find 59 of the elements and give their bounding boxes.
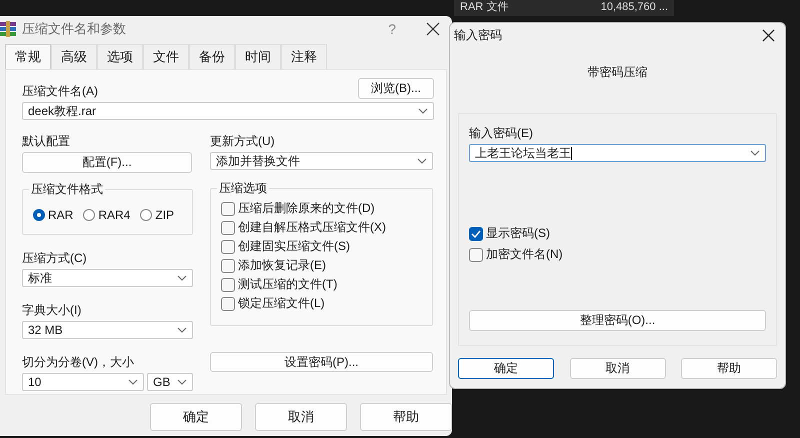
browse-button[interactable]: 浏览(B)... <box>358 78 434 99</box>
checkbox-option[interactable]: 加密文件名(N) <box>469 247 766 262</box>
profile-button[interactable]: 配置(F)... <box>22 152 192 173</box>
split-label: 切分为分卷(V)，大小 <box>22 355 135 370</box>
password-label: 输入密码(E) <box>469 126 534 141</box>
dialog-subtitle: 带密码压缩 <box>586 64 648 81</box>
tab[interactable]: 备份 <box>189 44 235 69</box>
chevron-down-icon <box>128 379 138 385</box>
chevron-down-icon <box>177 275 187 281</box>
tab[interactable]: 高级 <box>51 44 97 69</box>
update-mode-label: 更新方式(U) <box>210 134 276 149</box>
checkbox-option[interactable]: 显示密码(S) <box>469 226 766 241</box>
organize-passwords-button[interactable]: 整理密码(O)... <box>469 310 766 331</box>
dialog-button[interactable]: 帮助 <box>681 358 777 379</box>
close-icon[interactable] <box>426 22 440 36</box>
chevron-down-icon <box>750 150 760 156</box>
dictionary-dropdown[interactable]: 32 MB <box>22 321 193 339</box>
format-title: 压缩文件格式 <box>29 181 105 198</box>
checkbox-option[interactable]: 测试压缩的文件(T) <box>221 277 432 292</box>
dialog-button[interactable]: 确定 <box>458 358 554 379</box>
archive-name-field[interactable]: deek教程.rar <box>22 102 434 120</box>
radio-option[interactable]: RAR4 <box>83 208 130 222</box>
set-password-button[interactable]: 设置密码(P)... <box>210 352 433 372</box>
options-title: 压缩选项 <box>217 180 269 197</box>
method-dropdown[interactable]: 标准 <box>22 269 193 287</box>
checkbox-option[interactable]: 添加恢复记录(E) <box>221 258 432 273</box>
radio-option[interactable]: RAR <box>33 208 74 222</box>
split-unit-dropdown[interactable]: GB <box>147 373 193 391</box>
close-icon[interactable] <box>762 29 775 42</box>
archive-name-label: 压缩文件名(A) <box>22 84 98 99</box>
checkbox-option[interactable]: 创建自解压格式压缩文件(X) <box>221 220 432 235</box>
checkbox-option[interactable]: 创建固实压缩文件(S) <box>221 239 432 254</box>
password-field[interactable]: 上老王论坛当老王 <box>469 144 766 162</box>
tab[interactable]: 选项 <box>97 44 143 69</box>
books-icon <box>0 21 16 37</box>
tab[interactable]: 注释 <box>281 44 327 69</box>
dialog-button[interactable]: 确定 <box>150 403 242 431</box>
checkbox-option[interactable]: 锁定压缩文件(L) <box>221 296 432 311</box>
profile-label: 默认配置 <box>22 134 71 149</box>
dialog-button[interactable]: 取消 <box>570 358 666 379</box>
chevron-down-icon <box>418 108 428 114</box>
tab[interactable]: 文件 <box>143 44 189 69</box>
chevron-down-icon <box>177 379 187 385</box>
dictionary-label: 字典大小(I) <box>22 303 82 318</box>
file-size-text: 10,485,760 ... <box>600 0 668 15</box>
tab[interactable]: 常规 <box>5 44 51 69</box>
dialog-button[interactable]: 取消 <box>255 403 347 431</box>
update-mode-dropdown[interactable]: 添加并替换文件 <box>210 152 433 170</box>
checkbox-option[interactable]: 压缩后删除原来的文件(D) <box>221 201 432 216</box>
dialog-button[interactable]: 帮助 <box>360 403 452 431</box>
tab[interactable]: 时间 <box>235 44 281 69</box>
window-title: 输入密码 <box>454 27 502 44</box>
window-title: 压缩文件名和参数 <box>22 20 127 38</box>
radio-option[interactable]: ZIP <box>140 208 174 222</box>
method-label: 压缩方式(C) <box>22 251 88 266</box>
split-size-dropdown[interactable]: 10 <box>22 373 144 391</box>
file-type-text: RAR 文件 <box>460 0 508 15</box>
chevron-down-icon <box>177 327 187 333</box>
chevron-down-icon <box>417 158 427 164</box>
